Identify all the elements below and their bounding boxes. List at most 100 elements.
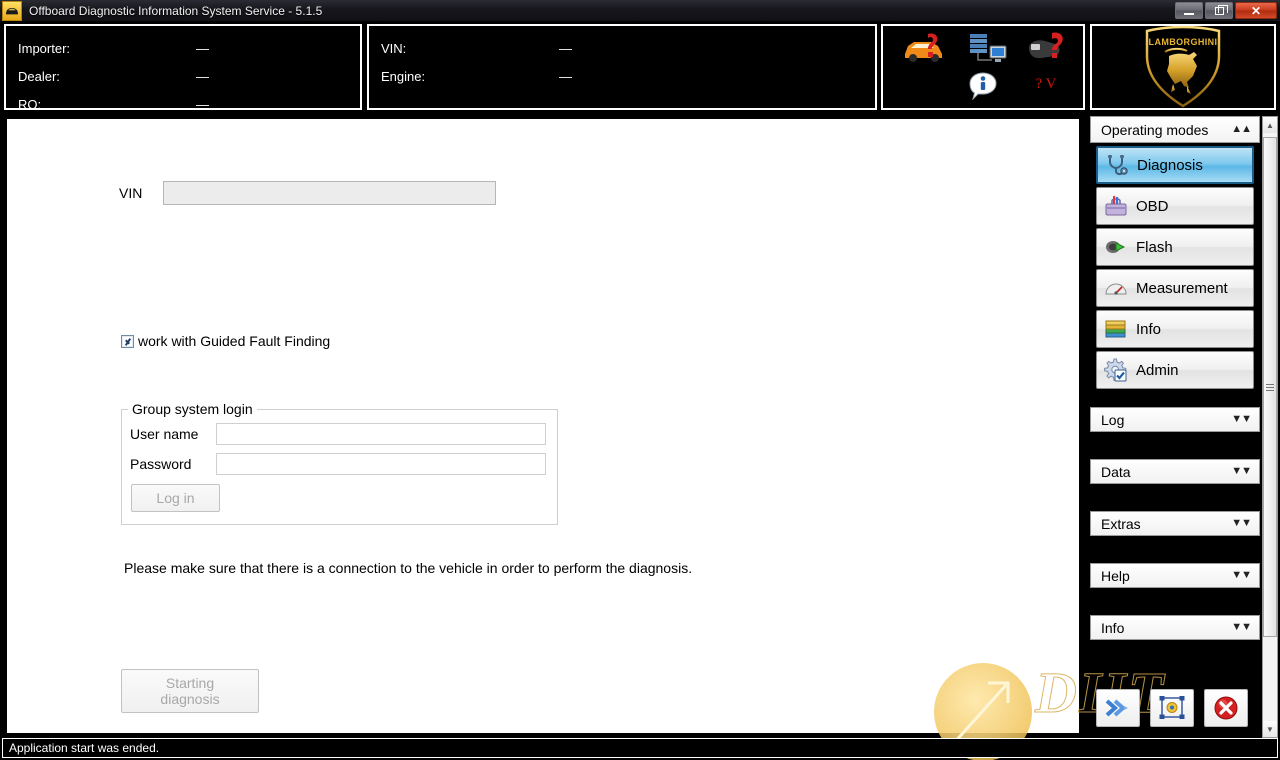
operating-modes-title: Operating modes [1101,121,1209,138]
chevron-down-icon[interactable]: ▼▼ [1231,414,1252,425]
section-label: Extras [1101,515,1141,532]
group-system-login-fieldset: Group system login User name Password Lo… [121,401,558,525]
vin-field-row: VIN [119,181,496,205]
chevron-up-icon[interactable]: ▲▲ [1231,124,1252,135]
info-bubble-icon[interactable] [968,70,998,100]
next-button[interactable] [1096,689,1140,727]
engine-header-label: Engine: [381,68,426,84]
header-row: Dealer: — [18,62,360,90]
sidebar-item-label: Info [1136,320,1162,338]
guided-fault-finding-row[interactable]: work with Guided Fault Finding [121,333,330,349]
flash-icon [1104,235,1128,259]
application-window: Offboard Diagnostic Information System S… [0,0,1280,760]
sidebar-item-label: Admin [1136,361,1179,379]
header-row: Importer: — [18,34,360,62]
scrollbar-track[interactable] [1263,133,1277,721]
log-in-button[interactable]: Log in [131,484,220,512]
vehicle-unknown-icon[interactable] [901,32,947,66]
sidebar: Operating modes ▲▲ Diagnosis OBD Flash M… [1090,116,1260,667]
password-row: Password [130,449,557,479]
dealer-info-panel: Importer: — Dealer: — RO: — [4,24,362,112]
chevron-down-icon[interactable]: ▼▼ [1231,518,1252,529]
sidebar-section-help[interactable]: Help ▼▼ [1090,563,1260,588]
password-input[interactable] [216,453,546,475]
sidebar-section-extras[interactable]: Extras ▼▼ [1090,511,1260,536]
select-region-button[interactable] [1150,689,1194,727]
diagnostic-interface-unknown-icon[interactable] [1025,32,1071,66]
window-title: Offboard Diagnostic Information System S… [29,3,323,18]
cancel-button[interactable] [1204,689,1248,727]
crop-selection-icon [1159,696,1185,719]
scrollbar-thumb[interactable] [1263,137,1277,637]
username-input[interactable] [216,423,546,445]
sidebar-section-data[interactable]: Data ▼▼ [1090,459,1260,484]
sidebar-item-info[interactable]: Info [1096,310,1254,348]
ro-value: — [196,96,209,112]
window-controls: ✕ [1175,2,1277,19]
operating-modes-header[interactable]: Operating modes ▲▲ [1090,116,1260,143]
brand-logo-panel: LAMBORGHINI [1090,24,1276,110]
action-button-bar [1096,686,1272,730]
sidebar-item-measurement[interactable]: Measurement [1096,269,1254,307]
sidebar-item-label: OBD [1136,197,1169,215]
vin-header-value: — [559,40,572,56]
title-bar: Offboard Diagnostic Information System S… [0,0,1280,22]
dealer-value: — [196,68,209,84]
sidebar-item-diagnosis[interactable]: Diagnosis [1096,146,1254,184]
collapsed-sections: Log ▼▼ Data ▼▼ Extras ▼▼ Help ▼▼ Info ▼▼ [1090,407,1260,640]
lamborghini-logo: LAMBORGHINI [1092,26,1274,108]
sidebar-section-info[interactable]: Info ▼▼ [1090,615,1260,640]
engine-header-value: — [559,68,572,84]
vin-input[interactable] [163,181,496,205]
sidebar-item-label: Measurement [1136,279,1228,297]
chevron-down-icon[interactable]: ▼▼ [1231,622,1252,633]
guided-fault-finding-label: work with Guided Fault Finding [138,333,331,349]
sidebar-item-label: Flash [1136,238,1173,256]
header-row: Engine: — [381,62,875,90]
header-row: RO: — [18,90,360,118]
connection-note: Please make sure that there is a connect… [124,560,693,576]
header-bar: Importer: — Dealer: — RO: — VIN: — Engin… [0,22,1280,112]
importer-label: Importer: [18,40,71,56]
section-label: Help [1101,567,1130,584]
vin-header-label: VIN: [381,40,407,56]
group-system-login-legend: Group system login [132,401,253,417]
section-label: Log [1101,411,1125,428]
restore-button[interactable] [1205,2,1233,19]
sidebar-section-log[interactable]: Log ▼▼ [1090,407,1260,432]
sidebar-scrollbar[interactable]: ▲ ▼ [1262,116,1278,738]
section-label: Data [1101,463,1131,480]
voltage-indicator: ? V [1035,75,1057,92]
sidebar-item-label: Diagnosis [1137,156,1203,174]
vehicle-info-panel: VIN: — Engine: — [367,24,877,110]
username-label: User name [130,426,199,442]
operating-modes-list: Diagnosis OBD Flash Measurement Info Adm… [1090,143,1260,395]
status-message: Application start was ended. [9,741,160,755]
username-row: User name [130,419,557,449]
car-icon [2,0,22,21]
main-content-panel: VIN work with Guided Fault Finding Group… [4,116,1082,736]
ro-label: RO: [18,96,42,112]
minimize-button[interactable] [1175,2,1203,19]
sidebar-item-flash[interactable]: Flash [1096,228,1254,266]
sidebar-item-obd[interactable]: OBD [1096,187,1254,225]
stethoscope-icon [1105,153,1129,177]
server-connection-icon[interactable] [968,32,1008,66]
status-bar: Application start was ended. [2,738,1278,758]
double-chevron-right-icon [1105,699,1128,717]
section-label: Info [1101,619,1125,636]
starting-diagnosis-button[interactable]: Starting diagnosis [121,669,259,713]
close-button[interactable]: ✕ [1235,2,1277,19]
chevron-down-icon[interactable]: ▼▼ [1231,466,1252,477]
importer-value: — [196,40,209,56]
scroll-up-button[interactable]: ▲ [1263,117,1277,133]
password-label: Password [130,456,192,472]
sidebar-item-admin[interactable]: Admin [1096,351,1254,389]
gear-check-icon [1104,358,1128,382]
chevron-down-icon[interactable]: ▼▼ [1231,570,1252,581]
header-row: VIN: — [381,34,875,62]
grip-icon [1266,383,1274,391]
toolbox-icon [1104,194,1128,218]
guided-fault-finding-checkbox[interactable] [121,334,134,348]
svg-text:LAMBORGHINI: LAMBORGHINI [1149,37,1218,47]
